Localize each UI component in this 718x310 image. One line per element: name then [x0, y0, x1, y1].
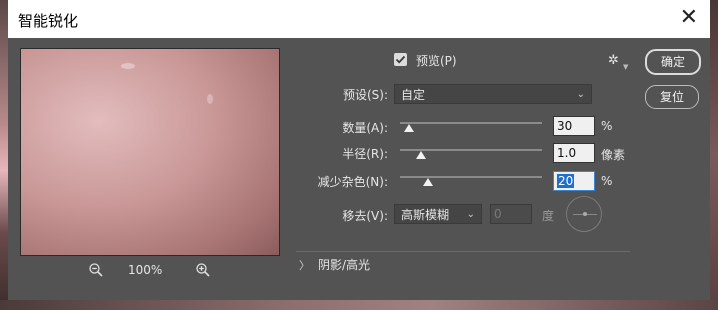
amount-input[interactable]: 30 — [553, 116, 595, 136]
amount-unit: % — [601, 119, 613, 133]
amount-label: 数量(A): — [342, 121, 388, 135]
preview-highlight — [121, 63, 135, 69]
remove-select[interactable]: 高斯模糊 ⌄ — [394, 204, 482, 224]
preset-value: 自定 — [401, 88, 426, 102]
remove-value: 高斯模糊 — [401, 208, 450, 222]
chevron-right-icon: 〉 — [299, 259, 310, 272]
preset-label: 预设(S): — [342, 88, 388, 102]
reduce-noise-slider[interactable] — [400, 176, 542, 178]
background-photo-bottom — [0, 300, 718, 310]
zoom-in-icon[interactable] — [195, 262, 211, 278]
zoom-out-icon[interactable] — [88, 262, 104, 278]
reduce-noise-value: 20 — [557, 174, 575, 188]
radius-label: 半径(R): — [342, 147, 388, 161]
ok-button[interactable]: 确定 — [645, 49, 701, 75]
checkmark-icon — [395, 55, 406, 64]
shadows-highlights-toggle[interactable]: 〉阴影/高光 — [299, 256, 370, 273]
remove-label: 移去(V): — [342, 209, 388, 223]
amount-slider[interactable] — [400, 122, 542, 124]
reduce-noise-label: 减少杂色(N): — [317, 175, 388, 189]
radius-unit: 像素 — [601, 148, 626, 162]
preview-highlight — [207, 94, 213, 104]
reset-button[interactable]: 复位 — [645, 85, 699, 109]
gear-icon[interactable]: ✲ — [608, 53, 619, 68]
chevron-down-icon: ⌄ — [466, 209, 475, 220]
preview-checkbox-label[interactable]: 预览(P) — [416, 52, 457, 69]
close-icon[interactable]: ✕ — [680, 7, 698, 29]
dialog-titlebar: 智能锐化 ✕ — [8, 0, 710, 38]
background-photo-left — [0, 0, 8, 310]
smart-sharpen-dialog: 智能锐化 ✕ 100% 预览(P) ✲ ▼ 确定 复位 预设(S): 自定 ⌄ … — [8, 0, 710, 300]
angle-dial-center — [583, 212, 587, 216]
reduce-noise-unit: % — [601, 174, 613, 188]
preset-select[interactable]: 自定 ⌄ — [394, 84, 592, 104]
reduce-noise-input[interactable]: 20 — [553, 171, 595, 191]
angle-input: 0 — [490, 204, 532, 224]
reduce-noise-slider-thumb[interactable] — [423, 178, 434, 186]
zoom-level: 100% — [128, 263, 163, 277]
amount-slider-thumb[interactable] — [403, 124, 414, 132]
preview-image[interactable] — [20, 48, 280, 256]
gear-menu-caret-icon[interactable]: ▼ — [623, 63, 628, 71]
angle-dial — [566, 196, 602, 232]
background-photo-right — [710, 0, 718, 310]
radius-slider-thumb[interactable] — [416, 151, 427, 159]
chevron-down-icon: ⌄ — [576, 89, 585, 100]
dialog-title: 智能锐化 — [18, 12, 79, 30]
shadows-highlights-label: 阴影/高光 — [318, 258, 371, 272]
preview-checkbox[interactable] — [394, 53, 407, 66]
radius-input[interactable]: 1.0 — [553, 143, 595, 163]
angle-unit: 度 — [542, 209, 555, 223]
section-divider — [296, 251, 630, 252]
